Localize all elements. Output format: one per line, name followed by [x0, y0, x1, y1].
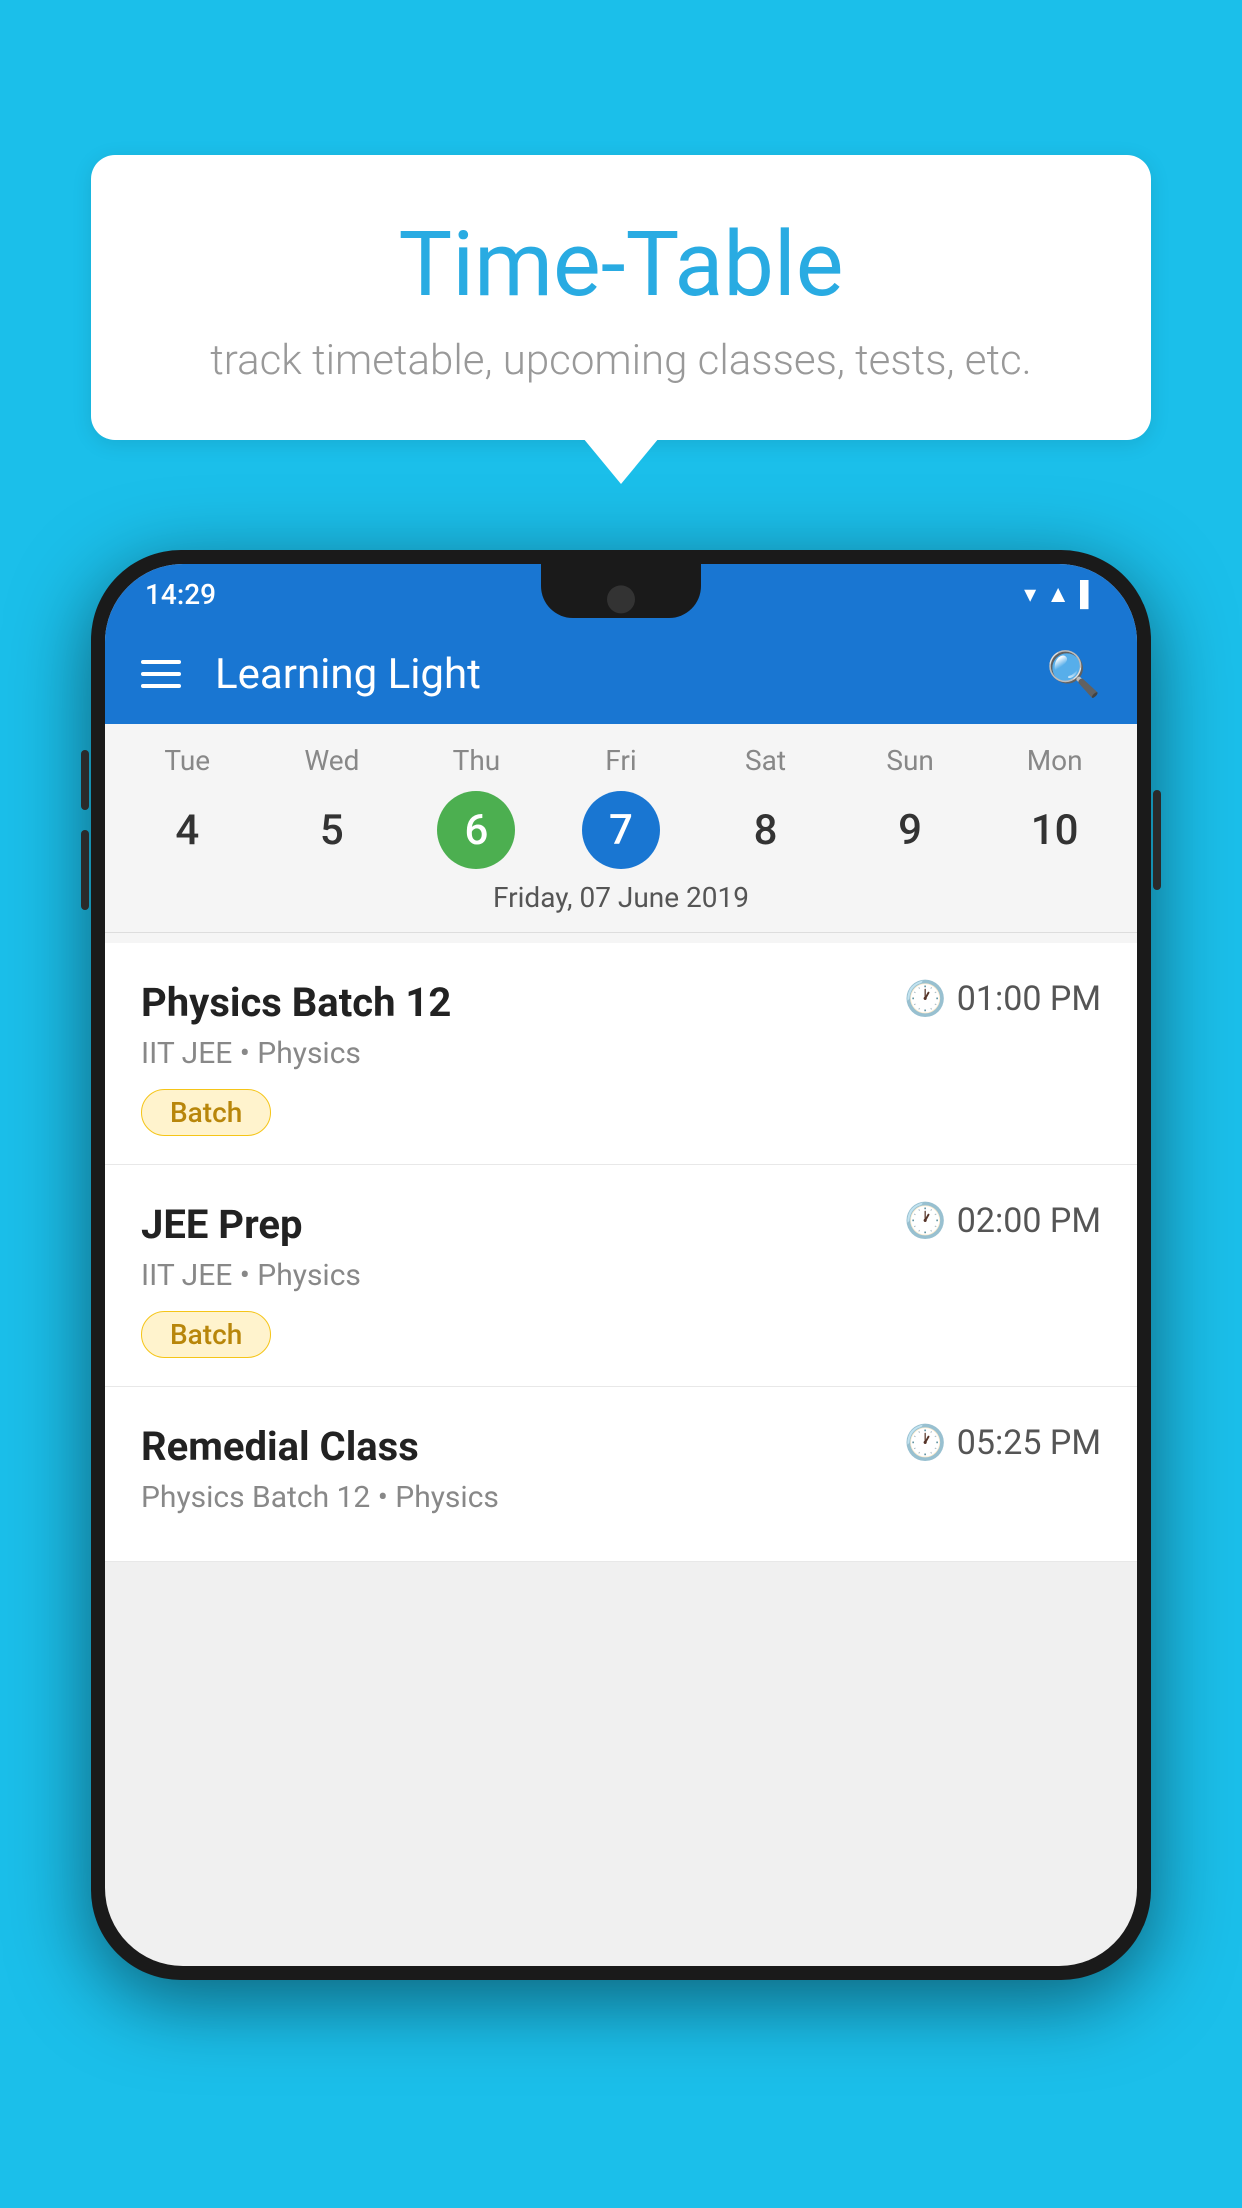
card-title: Time-Table: [161, 215, 1081, 314]
schedule-item-header: JEE Prep 🕐 02:00 PM: [141, 1201, 1101, 1248]
schedule-item-time: 🕐 05:25 PM: [904, 1423, 1101, 1463]
day-col-sat[interactable]: Sat 8: [701, 744, 831, 869]
search-icon[interactable]: 🔍: [1046, 648, 1101, 700]
phone-notch: [541, 564, 701, 618]
volume-up-button: [81, 750, 89, 810]
batch-badge: Batch: [141, 1089, 271, 1136]
phone-screen: 14:29 ▾ ▲ ▌ Learning Light 🔍: [105, 564, 1137, 1966]
hamburger-menu-button[interactable]: [141, 660, 181, 688]
schedule-item[interactable]: JEE Prep 🕐 02:00 PM IIT JEE • Physics Batch: [105, 1165, 1137, 1387]
phone-outer: 14:29 ▾ ▲ ▌ Learning Light 🔍: [91, 550, 1151, 1980]
day-number[interactable]: 9: [871, 791, 949, 869]
day-name: Sun: [886, 744, 934, 777]
day-number[interactable]: 6: [437, 791, 515, 869]
wifi-icon: ▾: [1024, 580, 1036, 608]
time-text: 02:00 PM: [957, 1201, 1101, 1241]
clock-icon: 🕐: [904, 1201, 946, 1241]
schedule-item-header: Remedial Class 🕐 05:25 PM: [141, 1423, 1101, 1470]
day-col-thu[interactable]: Thu 6: [411, 744, 541, 869]
schedule-item-time: 🕐 02:00 PM: [904, 1201, 1101, 1241]
app-bar: Learning Light 🔍: [105, 624, 1137, 724]
day-number[interactable]: 8: [727, 791, 805, 869]
day-name: Thu: [453, 744, 501, 777]
time-text: 01:00 PM: [957, 979, 1101, 1019]
day-name: Fri: [605, 744, 636, 777]
battery-icon: ▌: [1080, 580, 1097, 609]
batch-badge: Batch: [141, 1311, 271, 1358]
power-button: [1153, 790, 1161, 890]
phone-mockup: 14:29 ▾ ▲ ▌ Learning Light 🔍: [91, 550, 1151, 1980]
schedule-item[interactable]: Remedial Class 🕐 05:25 PM Physics Batch 12 …: [105, 1387, 1137, 1562]
status-time: 14:29: [145, 578, 216, 611]
schedule-item-subtitle: Physics Batch 12 • Physics: [141, 1480, 1101, 1515]
schedule-item[interactable]: Physics Batch 12 🕐 01:00 PM IIT JEE • Physi…: [105, 943, 1137, 1165]
day-number[interactable]: 7: [582, 791, 660, 869]
schedule-item-header: Physics Batch 12 🕐 01:00 PM: [141, 979, 1101, 1026]
day-col-fri[interactable]: Fri 7: [556, 744, 686, 869]
app-title: Learning Light: [205, 650, 1022, 699]
schedule-item-subtitle: IIT JEE • Physics: [141, 1036, 1101, 1071]
hamburger-line-1: [141, 660, 181, 664]
clock-icon: 🕐: [904, 1423, 946, 1463]
day-name: Sat: [745, 744, 786, 777]
time-text: 05:25 PM: [957, 1423, 1101, 1463]
day-col-wed[interactable]: Wed 5: [267, 744, 397, 869]
day-number[interactable]: 10: [1016, 791, 1094, 869]
day-col-tue[interactable]: Tue 4: [122, 744, 252, 869]
day-number[interactable]: 5: [293, 791, 371, 869]
day-name: Tue: [164, 744, 210, 777]
clock-icon: 🕐: [904, 979, 946, 1019]
schedule-item-title: JEE Prep: [141, 1201, 302, 1248]
schedule-list: Physics Batch 12 🕐 01:00 PM IIT JEE • Physi…: [105, 943, 1137, 1562]
hamburger-line-3: [141, 684, 181, 688]
info-card: Time-Table track timetable, upcoming cla…: [91, 155, 1151, 440]
days-row: Tue 4 Wed 5 Thu 6 Fri 7 Sat 8 Sun 9 Mon 10: [105, 744, 1137, 869]
day-col-sun[interactable]: Sun 9: [845, 744, 975, 869]
day-name: Wed: [304, 744, 359, 777]
schedule-item-subtitle: IIT JEE • Physics: [141, 1258, 1101, 1293]
signal-icon: ▲: [1046, 580, 1070, 609]
phone-camera: [607, 585, 635, 613]
schedule-item-time: 🕐 01:00 PM: [904, 979, 1101, 1019]
schedule-item-title: Remedial Class: [141, 1423, 419, 1470]
volume-down-button: [81, 830, 89, 910]
status-icons: ▾ ▲ ▌: [1024, 580, 1097, 609]
day-col-mon[interactable]: Mon 10: [990, 744, 1120, 869]
schedule-item-title: Physics Batch 12: [141, 979, 451, 1026]
day-name: Mon: [1027, 744, 1083, 777]
day-number[interactable]: 4: [148, 791, 226, 869]
calendar-strip: Tue 4 Wed 5 Thu 6 Fri 7 Sat 8 Sun 9 Mon 10 Friday, 07…: [105, 724, 1137, 943]
selected-date-label: Friday, 07 June 2019: [105, 869, 1137, 933]
card-subtitle: track timetable, upcoming classes, tests…: [161, 336, 1081, 385]
hamburger-line-2: [141, 672, 181, 676]
